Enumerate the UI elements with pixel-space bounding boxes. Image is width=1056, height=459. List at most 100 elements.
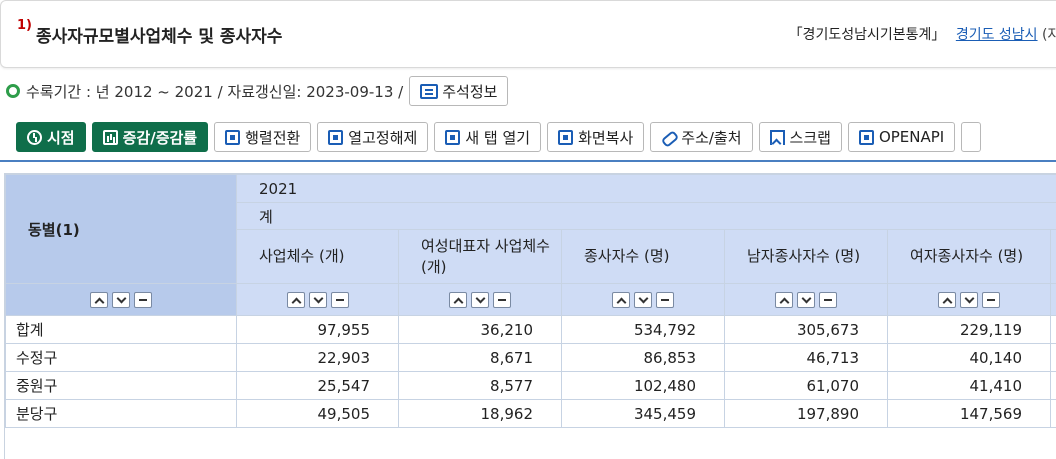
column-header: 여자종사자수 (명) — [887, 229, 1051, 284]
sort-asc-icon[interactable] — [286, 291, 305, 308]
table-cell-overflow — [1049, 315, 1056, 344]
sort-controls-overflow — [1049, 283, 1056, 316]
title-text: 종사자규모별사업체수 및 종사자수 — [36, 26, 283, 47]
table-cell: 46,713 — [724, 343, 888, 372]
note-icon — [420, 83, 439, 99]
sub-header: 계 — [235, 202, 1056, 230]
collapse-icon[interactable] — [493, 291, 511, 308]
sort-controls — [561, 283, 725, 316]
sort-controls — [724, 283, 888, 316]
sort-asc-icon[interactable] — [938, 291, 956, 308]
table-cell-overflow — [1049, 343, 1056, 372]
table-row: 합계 97,955 36,210 534,792 305,673 229,119 — [5, 315, 1056, 344]
time-button[interactable]: 시점 — [16, 122, 86, 152]
scrap-label: 스크랩 — [789, 128, 831, 147]
collapse-icon[interactable] — [656, 291, 674, 308]
screen-copy-button[interactable]: 화면복사 — [547, 122, 645, 152]
column-header-overflow — [1049, 229, 1056, 284]
table-cell: 25,547 — [236, 371, 399, 400]
table-cell: 147,569 — [887, 399, 1051, 428]
unfix-label: 열고정해제 — [348, 128, 418, 147]
table-row: 중원구 25,547 8,577 102,480 61,070 41,410 — [5, 371, 1056, 400]
scrap-button[interactable]: 스크랩 — [758, 122, 842, 152]
data-table-container: 동별(1) 2021 계 사업체수 (개) 여성대표자 사업체수 (개) 종사자… — [4, 173, 1056, 459]
unfix-icon — [328, 129, 344, 145]
year-header: 2021 — [235, 174, 1056, 203]
row-label: 분당구 — [5, 399, 237, 428]
row-label: 수정구 — [5, 343, 237, 372]
new-tab-icon — [445, 129, 461, 145]
table-cell: 97,955 — [236, 315, 399, 344]
source-link[interactable]: 경기도 성남시 — [956, 27, 1038, 43]
sort-desc-icon[interactable] — [960, 291, 978, 308]
link-icon — [661, 130, 676, 145]
change-rate-button[interactable]: 증감/증감률 — [91, 122, 209, 152]
row-label: 합계 — [5, 315, 237, 344]
table-cell: 18,962 — [398, 399, 562, 428]
sort-controls — [398, 283, 562, 316]
period-row: 수록기간 : 년 2012 ~ 2021 / 자료갱신일: 2023-09-13… — [6, 76, 509, 106]
table-cell: 345,459 — [561, 399, 725, 428]
sort-asc-icon[interactable] — [612, 291, 630, 308]
source-tail: (자료문의 — [1042, 27, 1056, 43]
address-source-button[interactable]: 주소/출처 — [650, 122, 753, 152]
table-cell: 229,119 — [887, 315, 1051, 344]
table-cell: 22,903 — [236, 343, 399, 372]
column-header: 사업체수 (개) — [236, 229, 399, 284]
time-label: 시점 — [47, 128, 75, 147]
more-button[interactable] — [961, 122, 982, 152]
column-header: 남자종사자수 (명) — [724, 229, 888, 284]
sort-desc-icon[interactable] — [634, 291, 652, 308]
table-row: 수정구 22,903 8,671 86,853 46,713 40,140 — [5, 343, 1056, 372]
row-label: 중원구 — [5, 371, 237, 400]
sort-controls — [236, 283, 399, 316]
sort-desc-icon[interactable] — [112, 291, 130, 308]
transpose-label: 행렬전환 — [245, 128, 301, 147]
table-cell: 61,070 — [724, 371, 888, 400]
table-cell: 40,140 — [887, 343, 1051, 372]
collapse-icon[interactable] — [330, 291, 349, 308]
table-row: 분당구 49,505 18,962 345,459 197,890 147,56… — [5, 399, 1056, 428]
divider — [0, 160, 1056, 162]
sort-asc-icon[interactable] — [90, 291, 108, 308]
table-cell: 534,792 — [561, 315, 725, 344]
new-tab-label: 새 탭 열기 — [465, 128, 531, 147]
table-cell: 41,410 — [887, 371, 1051, 400]
source-info: 「경기도성남시기본통계」 경기도 성남시 (자료문의 — [789, 24, 1056, 44]
data-table: 동별(1) 2021 계 사업체수 (개) 여성대표자 사업체수 (개) 종사자… — [5, 174, 1056, 428]
note-info-button[interactable]: 주석정보 — [409, 76, 509, 106]
unfix-columns-button[interactable]: 열고정해제 — [317, 122, 429, 152]
toolbar: 시점 증감/증감률 행렬전환 열고정해제 새 탭 열기 화면복사 주소/출처 스… — [16, 122, 982, 152]
table-cell: 305,673 — [724, 315, 888, 344]
screen-copy-label: 화면복사 — [578, 128, 634, 147]
title-bar: 1) 종사자규모별사업체수 및 종사자수 「경기도성남시기본통계」 경기도 성남… — [0, 0, 1056, 68]
sort-asc-icon[interactable] — [775, 291, 793, 308]
period-text: 수록기간 : 년 2012 ~ 2021 / 자료갱신일: 2023-09-13… — [26, 82, 404, 101]
collapse-icon[interactable] — [134, 291, 152, 308]
table-cell: 49,505 — [236, 399, 399, 428]
page-title: 1) 종사자규모별사업체수 및 종사자수 — [17, 18, 283, 47]
sort-desc-icon[interactable] — [308, 291, 327, 308]
sort-asc-icon[interactable] — [449, 291, 467, 308]
source-prefix: 「경기도성남시기본통계」 — [788, 27, 946, 43]
table-cell: 8,577 — [398, 371, 562, 400]
chart-icon — [102, 129, 118, 145]
sort-desc-icon[interactable] — [797, 291, 815, 308]
new-tab-button[interactable]: 새 탭 열기 — [434, 122, 542, 152]
transpose-button[interactable]: 행렬전환 — [214, 122, 312, 152]
collapse-icon[interactable] — [819, 291, 837, 308]
row-header[interactable]: 동별(1) — [5, 174, 237, 284]
openapi-button[interactable]: OPENAPI — [847, 122, 956, 152]
change-rate-label: 증감/증감률 — [122, 128, 198, 147]
table-cell-overflow — [1049, 371, 1056, 400]
transpose-icon — [225, 129, 241, 145]
note-info-label: 주석정보 — [442, 82, 498, 101]
collapse-icon[interactable] — [982, 291, 1000, 308]
title-number: 1) — [17, 17, 32, 33]
bookmark-icon — [769, 129, 785, 145]
address-source-label: 주소/출처 — [681, 128, 742, 147]
sort-controls — [887, 283, 1051, 316]
sort-desc-icon[interactable] — [471, 291, 489, 308]
bullet-icon — [6, 84, 20, 98]
table-cell: 197,890 — [724, 399, 888, 428]
